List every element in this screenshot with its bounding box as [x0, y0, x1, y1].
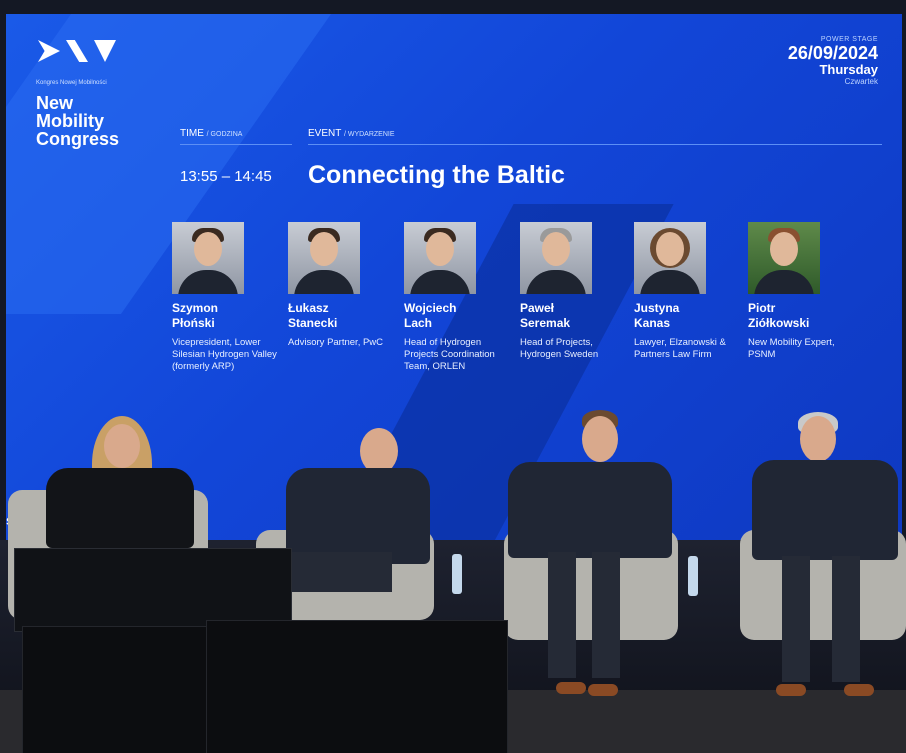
water-bottle [688, 556, 698, 596]
speaker-card: Justyna Kanas Lawyer, Elzanowski & Partne… [634, 222, 744, 361]
speaker-role: New Mobility Expert, PSNM [748, 337, 835, 360]
session-title: Connecting the Baltic [308, 161, 565, 189]
torso [508, 462, 672, 558]
header-divider [180, 144, 292, 145]
event-day: Thursday [819, 62, 878, 77]
torso [46, 468, 194, 548]
speaker-role: Advisory Partner, PwC [288, 337, 384, 348]
speaker-card: Wojciech Lach Head of Hydrogen Projects C… [404, 222, 514, 373]
speaker-role: Head of Hydrogen Projects Coordination T… [404, 337, 495, 372]
speaker-name: Łukasz Stanecki [288, 301, 338, 330]
speaker-photo [172, 222, 244, 294]
speaker-photo [748, 222, 820, 294]
legs [292, 552, 392, 592]
speaker-card: Szymon Płoński Vicepresident, Lower Siles… [172, 222, 282, 373]
speaker-name: Szymon Płoński [172, 301, 219, 330]
speaker-card: Paweł Seremak Head of Projects, Hydrogen … [520, 222, 630, 361]
stage-speaker-box [206, 620, 508, 753]
time-header: TIME / GODZINA [180, 128, 242, 139]
speaker-name: Justyna Kanas [634, 301, 680, 330]
logo-subtitle: Kongres Nowej Mobilności [36, 80, 107, 86]
time-header-pl: / GODZINA [206, 131, 243, 138]
shoe [588, 684, 618, 696]
water-bottle [452, 554, 462, 594]
head [582, 416, 618, 462]
speaker-card: Łukasz Stanecki Advisory Partner, PwC [288, 222, 398, 349]
brand-line: New [36, 93, 74, 113]
torso [286, 468, 430, 564]
logo-mark-k [38, 40, 60, 62]
speaker-name: Paweł Seremak [520, 301, 571, 330]
speaker-photo [404, 222, 476, 294]
header-divider [308, 144, 882, 145]
head [104, 424, 140, 468]
speaker-photo [520, 222, 592, 294]
date-block: POWER STAGE 26/09/2024 Thursday Czwartek [788, 36, 878, 86]
event-header: EVENT / WYDARZENIE [308, 128, 395, 139]
photo-scene: Kongres Nowej Mobilności New Mobility Co… [0, 0, 906, 753]
speaker-role: Vicepresident, Lower Silesian Hydrogen V… [172, 337, 277, 372]
stage-label: POWER STAGE [820, 36, 878, 43]
speaker-name: Piotr Ziółkowski [748, 301, 810, 330]
speaker-role: Head of Projects, Hydrogen Sweden [520, 337, 599, 360]
shoe [844, 684, 874, 696]
speaker-role: Lawyer, Elzanowski & Partners Law Firm [634, 337, 726, 360]
legs [548, 552, 576, 678]
legs [782, 556, 810, 682]
event-day-pl: Czwartek [844, 77, 878, 86]
congress-logo [38, 40, 116, 62]
event-header-label: EVENT [308, 128, 342, 139]
head [800, 416, 836, 462]
shoe [556, 682, 586, 694]
legs [832, 556, 860, 682]
logo-mark-m [94, 40, 116, 62]
time-header-label: TIME [180, 128, 204, 139]
speaker-card: Piotr Ziółkowski New Mobility Expert, PSN… [748, 222, 858, 361]
speaker-photo [288, 222, 360, 294]
session-time: 13:55 – 14:45 [180, 168, 272, 185]
event-date: 26/09/2024 [787, 43, 878, 63]
event-header-pl: / WYDARZENIE [343, 131, 395, 138]
shoe [776, 684, 806, 696]
brand-title: New Mobility Congress [36, 94, 119, 148]
torso [752, 460, 898, 560]
brand-line: Mobility [36, 111, 104, 131]
brand-line: Congress [36, 129, 120, 149]
stage-speaker-box [22, 626, 220, 753]
legs [592, 552, 620, 678]
speaker-name: Wojciech Lach [404, 301, 457, 330]
logo-mark-n [66, 40, 88, 62]
speaker-photo [634, 222, 706, 294]
